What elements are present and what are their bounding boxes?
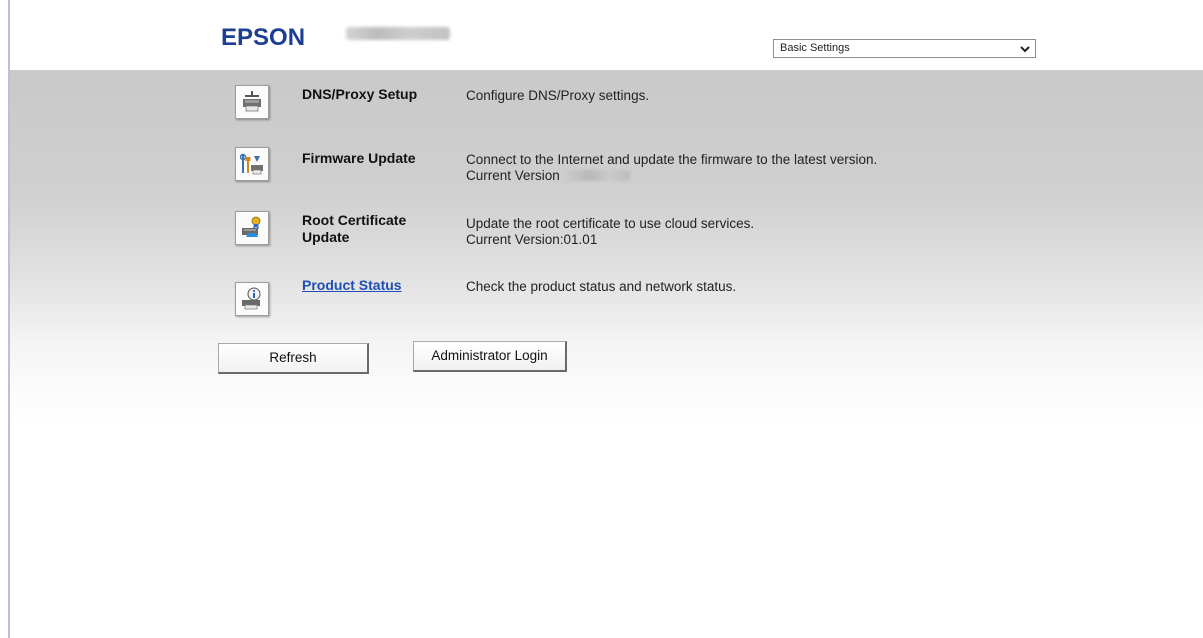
certificate-printer-icon [235, 211, 269, 245]
firmware-update-desc: Connect to the Internet and update the f… [466, 152, 878, 167]
product-status-desc: Check the product status and network sta… [466, 279, 737, 294]
settings-select-value: Basic Settings [780, 42, 850, 54]
root-certificate-desc: Update the root certificate to use cloud… [466, 216, 755, 231]
product-status-link[interactable]: Product Status [302, 277, 402, 294]
firmware-version-label: Current Version [466, 168, 560, 183]
firmware-version-redacted [561, 170, 630, 181]
root-certificate-update-title[interactable]: Root Certificate Update [302, 212, 406, 246]
dns-proxy-setup-title[interactable]: DNS/Proxy Setup [302, 86, 417, 103]
model-name-redacted [346, 27, 450, 40]
refresh-button[interactable]: Refresh [218, 343, 369, 374]
info-printer-icon [235, 282, 269, 316]
root-certificate-title-line1: Root Certificate [302, 212, 407, 228]
web-config-page: EPSON Basic Settings DNS/Proxy Setup Con… [0, 0, 1203, 638]
firmware-tools-icon [235, 147, 269, 181]
dns-proxy-setup-desc: Configure DNS/Proxy settings. [466, 88, 650, 103]
firmware-current-version: Current Version [466, 167, 630, 184]
administrator-login-button[interactable]: Administrator Login [413, 341, 567, 372]
firmware-update-title[interactable]: Firmware Update [302, 150, 416, 167]
root-certificate-title-line2: Update [302, 229, 350, 245]
main-content: DNS/Proxy Setup Configure DNS/Proxy sett… [10, 71, 1203, 638]
header: EPSON Basic Settings [10, 0, 1203, 71]
chevron-down-icon [1020, 46, 1030, 53]
root-certificate-version: Current Version:01.01 [466, 232, 598, 247]
settings-select[interactable]: Basic Settings [773, 39, 1036, 58]
epson-logo: EPSON [221, 24, 306, 51]
printer-icon [235, 85, 269, 119]
